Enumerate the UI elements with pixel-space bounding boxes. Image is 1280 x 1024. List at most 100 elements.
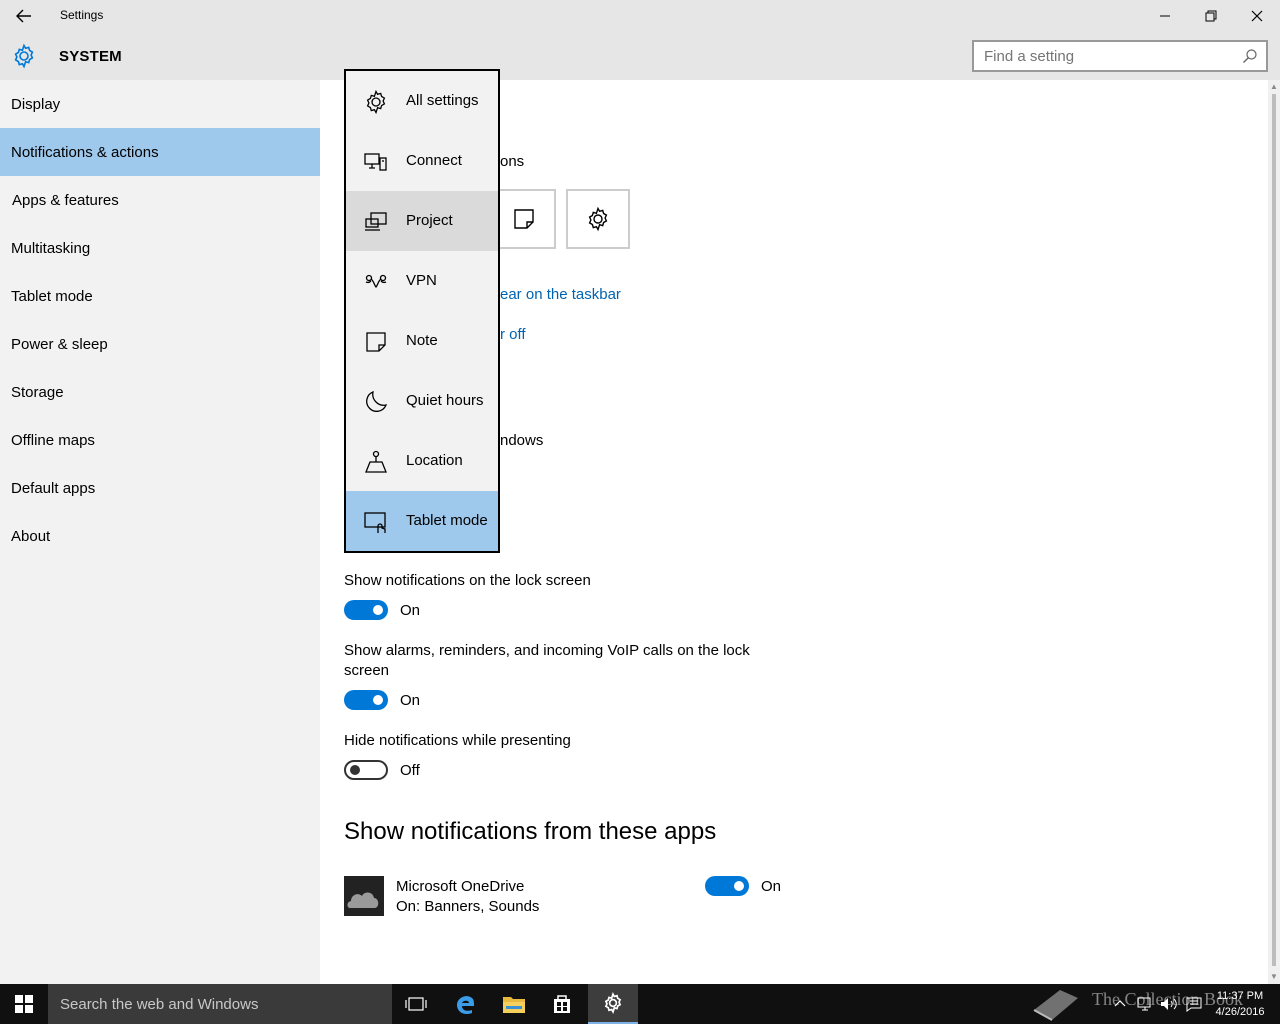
dropdown-item-label: Quiet hours	[406, 392, 484, 409]
alarms-lock-screen-toggle[interactable]	[344, 690, 388, 710]
gear-icon	[604, 992, 622, 1014]
network-icon[interactable]	[1136, 996, 1154, 1012]
task-view-icon	[405, 997, 427, 1011]
sidebar-item-power-sleep[interactable]: Power & sleep	[0, 320, 320, 368]
settings-header: SYSTEM	[0, 32, 1280, 80]
volume-icon[interactable]	[1160, 996, 1178, 1012]
dropdown-item-tablet-mode[interactable]: Tablet mode	[346, 491, 498, 551]
onedrive-notifications-toggle[interactable]	[705, 876, 749, 896]
edge-icon	[457, 996, 474, 1015]
connect-icon	[364, 153, 387, 171]
sidebar-item-apps-features[interactable]: Apps & features	[0, 176, 320, 224]
quick-action-dropdown: All settings Connect Project VPN Note Qu…	[344, 69, 500, 553]
back-arrow-icon	[16, 9, 31, 23]
scroll-down-arrow-icon[interactable]: ▼	[1270, 972, 1278, 981]
windows-logo-icon	[15, 995, 33, 1013]
dropdown-item-project[interactable]: Project	[346, 191, 498, 251]
dropdown-item-label: VPN	[406, 272, 437, 289]
dropdown-item-all-settings[interactable]: All settings	[346, 71, 498, 131]
section-title: SYSTEM	[59, 48, 122, 65]
select-icons-taskbar-link[interactable]: ear on the taskbar	[500, 286, 621, 303]
close-button[interactable]	[1234, 0, 1280, 32]
scroll-up-arrow-icon[interactable]: ▲	[1270, 82, 1278, 91]
onedrive-app-icon	[344, 876, 384, 916]
task-view-button[interactable]	[392, 984, 440, 1024]
hide-presenting-label: Hide notifications while presenting	[344, 732, 571, 749]
find-setting-box[interactable]	[972, 40, 1268, 72]
action-center-icon[interactable]	[1186, 996, 1202, 1012]
sidebar-item-tablet-mode[interactable]: Tablet mode	[0, 272, 320, 320]
window-title: Settings	[60, 8, 104, 22]
apps-notifications-heading: Show notifications from these apps	[344, 818, 717, 845]
sidebar-item-default-apps[interactable]: Default apps	[0, 464, 320, 512]
windows-tips-label: ndows	[500, 432, 544, 449]
alarms-lock-screen-state: On	[400, 692, 421, 709]
gear-icon	[14, 43, 34, 69]
book-watermark-icon	[1033, 990, 1078, 1021]
onedrive-notifications-state: On	[761, 878, 782, 895]
close-icon	[1251, 10, 1263, 22]
cloud-icon	[344, 876, 384, 916]
restore-icon	[1205, 10, 1217, 22]
scrollbar[interactable]: ▲ ▼	[1268, 80, 1280, 984]
sidebar-item-offline-maps[interactable]: Offline maps	[0, 416, 320, 464]
quick-actions-heading: ons	[500, 153, 525, 170]
dropdown-item-quiet-hours[interactable]: Quiet hours	[346, 371, 498, 431]
project-icon	[365, 212, 387, 231]
restore-button[interactable]	[1188, 0, 1234, 32]
sidebar-item-notifications-actions[interactable]: Notifications & actions	[0, 128, 320, 176]
location-icon	[365, 450, 387, 473]
sidebar: Display Notifications & actions Apps & f…	[0, 80, 320, 984]
tablet-mode-icon	[364, 512, 386, 533]
sidebar-item-multitasking[interactable]: Multitasking	[0, 224, 320, 272]
app-notification-detail: On: Banners, Sounds	[396, 898, 540, 915]
note-icon	[514, 209, 534, 229]
taskbar-search-placeholder: Search the web and Windows	[60, 996, 259, 1013]
back-button[interactable]	[10, 4, 38, 28]
turn-system-icons-link[interactable]: r off	[500, 326, 526, 343]
lock-screen-notifications-label: Show notifications on the lock screen	[344, 572, 591, 589]
dropdown-item-label: Note	[406, 332, 438, 349]
gear-icon	[366, 89, 386, 115]
title-bar: Settings	[0, 0, 1280, 32]
lock-screen-notifications-state: On	[400, 602, 421, 619]
search-icon[interactable]	[1242, 48, 1258, 64]
note-icon	[366, 332, 386, 352]
scrollbar-thumb[interactable]	[1272, 94, 1276, 966]
settings-taskbar-button[interactable]	[588, 984, 638, 1024]
store-button[interactable]	[538, 984, 586, 1024]
clock-time: 11:37 PM	[1216, 990, 1264, 1002]
gear-icon	[588, 206, 608, 232]
start-button[interactable]	[0, 984, 48, 1024]
vpn-icon	[365, 274, 387, 288]
quick-action-tile-note[interactable]	[492, 189, 556, 249]
moon-icon	[366, 390, 388, 412]
file-explorer-button[interactable]	[490, 984, 538, 1024]
taskbar-clock[interactable]: 11:37 PM 4/26/2016	[1208, 988, 1272, 1020]
folder-icon	[503, 997, 525, 1013]
sidebar-item-display[interactable]: Display	[0, 80, 320, 128]
dropdown-item-label: All settings	[406, 92, 479, 109]
search-input[interactable]	[984, 46, 1234, 66]
dropdown-item-label: Connect	[406, 152, 462, 169]
sidebar-item-storage[interactable]: Storage	[0, 368, 320, 416]
taskbar: Search the web and Windows The Collectio…	[0, 984, 1280, 1024]
dropdown-item-label: Location	[406, 452, 463, 469]
minimize-icon	[1160, 15, 1170, 17]
chevron-up-icon[interactable]	[1114, 996, 1126, 1010]
dropdown-item-note[interactable]: Note	[346, 311, 498, 371]
quick-action-tile-all-settings[interactable]	[566, 189, 630, 249]
hide-presenting-toggle[interactable]	[344, 760, 388, 780]
edge-button[interactable]	[442, 984, 490, 1024]
app-name: Microsoft OneDrive	[396, 878, 525, 895]
dropdown-item-label: Tablet mode	[406, 512, 488, 529]
dropdown-item-label: Project	[406, 212, 453, 229]
minimize-button[interactable]	[1142, 0, 1188, 32]
alarms-label-line1: Show alarms, reminders, and incoming VoI…	[344, 642, 750, 659]
dropdown-item-location[interactable]: Location	[346, 431, 498, 491]
dropdown-item-vpn[interactable]: VPN	[346, 251, 498, 311]
dropdown-item-connect[interactable]: Connect	[346, 131, 498, 191]
sidebar-item-about[interactable]: About	[0, 512, 320, 560]
taskbar-search-box[interactable]: Search the web and Windows	[48, 984, 392, 1024]
lock-screen-notifications-toggle[interactable]	[344, 600, 388, 620]
